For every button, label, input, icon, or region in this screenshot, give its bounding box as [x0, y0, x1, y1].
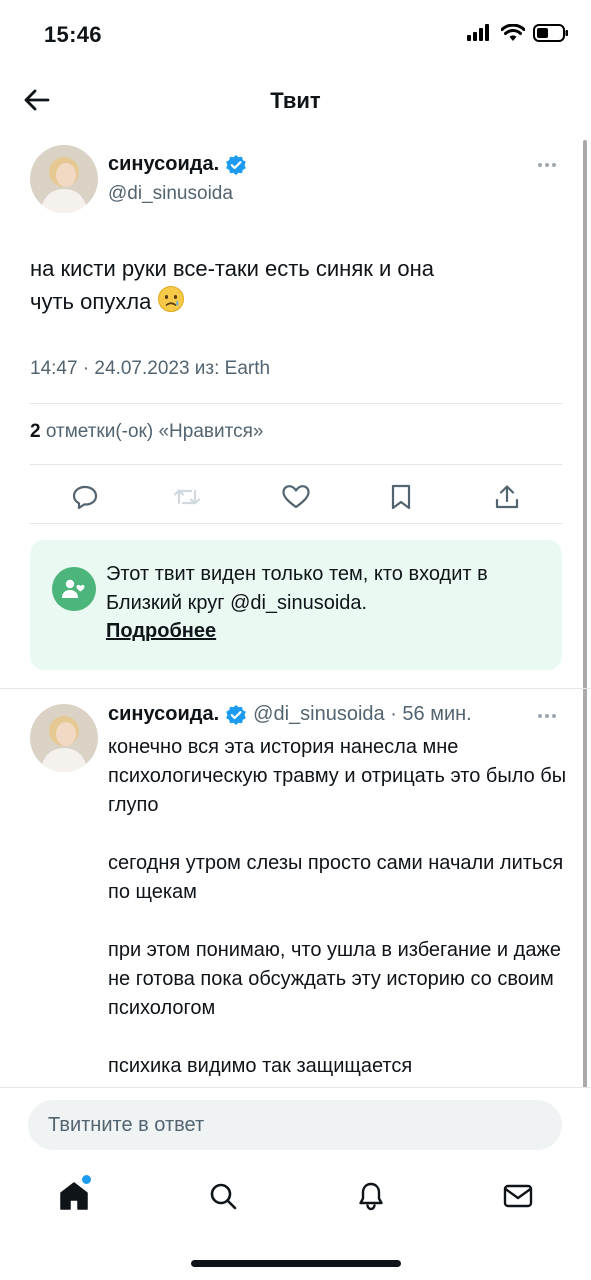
search-icon — [210, 1183, 237, 1210]
share-button[interactable] — [490, 480, 524, 514]
retweet-icon — [173, 489, 201, 505]
signal-icon — [467, 24, 489, 41]
reply-paragraph: сегодня утром слезы просто сами начали л… — [108, 852, 564, 903]
bookmark-button[interactable] — [384, 480, 418, 514]
bookmark-icon — [391, 484, 411, 510]
avatar-image — [30, 704, 98, 772]
verified-badge-icon — [226, 704, 246, 725]
avatar-image — [30, 145, 98, 213]
section-divider — [0, 688, 591, 689]
more-options-icon[interactable] — [538, 160, 562, 170]
reply-paragraph: при этом понимаю, что ушла в избегание и… — [108, 939, 561, 1019]
battery-icon — [533, 24, 568, 42]
status-icons — [467, 24, 569, 42]
like-button[interactable] — [279, 480, 313, 514]
tab-notifications[interactable] — [351, 1176, 391, 1216]
verified-badge-icon — [226, 154, 246, 175]
author-display-name[interactable]: синусоида. — [108, 153, 219, 176]
tweet-text-line-2: чуть опухла — [30, 289, 152, 314]
reply-header[interactable]: синусоида. @di_sinusoida · 56 мин. — [108, 703, 472, 726]
messages-icon — [503, 1184, 533, 1208]
home-indicator[interactable] — [191, 1260, 401, 1267]
circle-people-icon — [52, 567, 96, 611]
divider — [30, 464, 562, 465]
author-name-row[interactable]: синусоида. — [108, 153, 247, 176]
tweet-text-line-1: на кисти руки все-таки есть синяк и она — [30, 256, 434, 281]
heart-icon — [282, 485, 310, 509]
reply-button[interactable] — [68, 480, 102, 514]
retweet-button[interactable] — [170, 480, 204, 514]
avatar[interactable] — [30, 145, 98, 213]
likes-number: 2 — [30, 421, 41, 442]
page-title: Твит — [270, 88, 321, 113]
reply-input[interactable] — [28, 1100, 562, 1150]
crying-face-icon — [158, 286, 185, 312]
status-bar: 15:46 — [0, 0, 591, 70]
likes-count[interactable]: 2 отметки(-ок) «Нравится» — [30, 421, 263, 443]
reply-text: конечно вся эта история нанесла мне псих… — [108, 733, 568, 1110]
tweet-actions — [30, 478, 562, 518]
author-handle[interactable]: @di_sinusoida — [108, 183, 233, 205]
reply-avatar[interactable] — [30, 704, 98, 772]
home-notification-dot — [82, 1175, 91, 1184]
tweet-meta: 14:47 · 24.07.2023 из: Earth — [30, 358, 271, 379]
tab-search[interactable] — [203, 1176, 243, 1216]
tab-messages[interactable] — [498, 1176, 538, 1216]
more-options-icon[interactable] — [538, 711, 562, 721]
reply-paragraph: конечно вся эта история нанесла мне псих… — [108, 736, 567, 816]
tweet-text-line-2-row: чуть опухла — [30, 285, 560, 318]
circle-notice-text: Этот твит виден только тем, кто входит в… — [106, 563, 488, 614]
tweet-text: на кисти руки все-таки есть синяк и она … — [30, 253, 560, 318]
header: Твит — [0, 70, 591, 132]
reply-icon — [72, 485, 98, 510]
divider — [30, 403, 562, 404]
likes-label: отметки(-ок) «Нравится» — [40, 421, 264, 442]
reply-paragraph: психика видимо так защищается — [108, 1055, 413, 1077]
learn-more-link[interactable]: Подробнее — [106, 620, 216, 643]
divider — [30, 523, 562, 524]
reply-handle-time: @di_sinusoida · 56 мин. — [253, 703, 472, 725]
circle-notice: Этот твит виден только тем, кто входит в… — [30, 540, 562, 670]
home-icon — [60, 1182, 88, 1210]
scrollbar[interactable] — [583, 140, 587, 1090]
status-time: 15:46 — [44, 22, 102, 47]
wifi-icon — [501, 24, 525, 41]
reply-author-name[interactable]: синусоида. — [108, 703, 219, 726]
share-icon — [495, 485, 519, 509]
notifications-icon — [359, 1182, 383, 1211]
